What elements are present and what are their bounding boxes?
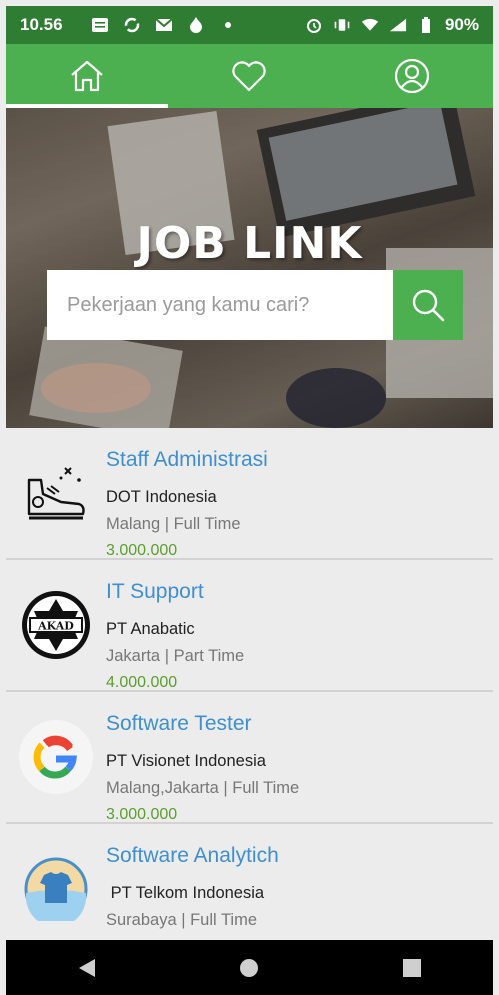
sneaker-icon (27, 467, 85, 520)
job-company: PT Anabatic (106, 620, 195, 638)
job-card[interactable]: Software Tester PT Visionet Indonesia Ma… (6, 692, 493, 824)
job-card[interactable]: Software Analytich PT Telkom Indonesia S… (6, 824, 493, 940)
mail-icon (154, 16, 173, 34)
job-salary: 3.000.000 (106, 542, 178, 559)
profile-icon (394, 58, 429, 94)
company-logo (6, 692, 106, 822)
alarm-icon (305, 16, 323, 34)
company-logo (6, 428, 106, 558)
job-title[interactable]: Software Tester (106, 712, 299, 736)
svg-text:AKAD: AKAD (37, 620, 74, 633)
tab-profile[interactable] (331, 44, 493, 108)
hero-banner: JOB LINK (6, 108, 493, 428)
vibrate-icon (333, 16, 351, 34)
status-time: 10.56 (20, 15, 63, 34)
job-location-type: Surabaya | Full Time (106, 911, 258, 929)
notes-icon (91, 16, 109, 34)
job-company: PT Visionet Indonesia (106, 752, 266, 770)
app-title: JOB LINK (136, 218, 363, 269)
status-bar: 10.56 90% (6, 6, 493, 44)
company-logo (6, 824, 106, 940)
tab-favorites[interactable] (168, 44, 330, 108)
recents-icon[interactable] (401, 957, 423, 979)
akad-logo: AKAD (22, 591, 90, 659)
job-location-type: Malang,Jakarta | Full Time (106, 779, 300, 797)
job-card[interactable]: Staff Administrasi DOT Indonesia Malang … (6, 428, 493, 560)
sync-icon (123, 16, 141, 34)
job-location-type: Malang | Full Time (106, 515, 241, 533)
battery-icon (417, 16, 435, 34)
dot-icon (219, 16, 237, 34)
job-title[interactable]: Software Analytich (106, 844, 279, 868)
job-salary: 3.000.000 (106, 806, 178, 823)
job-company: PT Telkom Indonesia (106, 884, 265, 902)
job-location-type: Jakarta | Part Time (106, 647, 245, 665)
wifi-icon (361, 16, 379, 34)
job-title[interactable]: Staff Administrasi (106, 448, 268, 472)
home-nav-icon[interactable] (238, 957, 260, 979)
job-company: DOT Indonesia (106, 488, 217, 506)
company-logo: AKAD (6, 560, 106, 690)
search-button[interactable] (393, 270, 463, 340)
heart-icon (232, 61, 267, 92)
tab-home[interactable] (6, 44, 169, 108)
tab-bar (6, 44, 493, 108)
signal-icon (389, 16, 407, 34)
search-bar (47, 270, 463, 340)
search-icon (412, 289, 445, 322)
shirt-logo (24, 857, 88, 921)
google-logo (19, 720, 93, 794)
job-title[interactable]: IT Support (106, 580, 244, 604)
job-list: Staff Administrasi DOT Indonesia Malang … (6, 428, 493, 940)
home-icon (71, 60, 103, 92)
search-input[interactable] (47, 270, 393, 340)
flame-icon (187, 16, 205, 34)
job-card[interactable]: AKAD IT Support PT Anabatic Jakarta | Pa… (6, 560, 493, 692)
back-icon[interactable] (76, 957, 98, 979)
system-nav-bar (6, 940, 493, 995)
battery-percent: 90% (444, 15, 479, 34)
job-salary: 4.000.000 (106, 674, 178, 691)
